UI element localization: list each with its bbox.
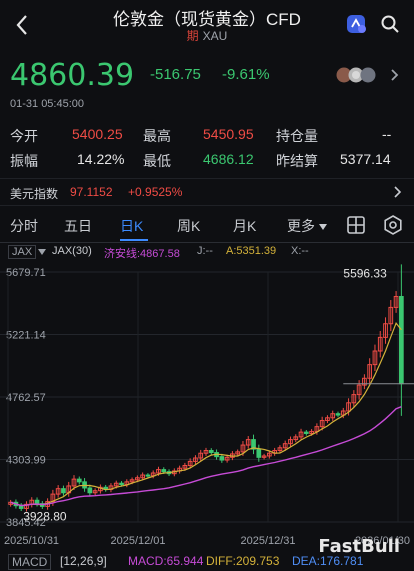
last-price: 4860.39 xyxy=(10,58,135,93)
candle-body xyxy=(145,474,151,477)
y-tick-label: 5679.71 xyxy=(6,267,46,279)
candle-body xyxy=(34,499,40,505)
low-label: 最低 xyxy=(143,153,171,169)
open-value: 5400.25 xyxy=(72,126,123,142)
active-tab-indicator xyxy=(120,239,148,241)
high-label: 5596.33 xyxy=(343,266,387,280)
tab-more[interactable]: 更多 xyxy=(287,216,315,236)
y-tick-label: 5221.14 xyxy=(6,329,46,341)
low-label: 3928.80 xyxy=(23,510,67,524)
layout-grid-icon[interactable] xyxy=(346,215,366,235)
open-interest-value: -- xyxy=(382,126,392,142)
futures-badge: 期 xyxy=(186,29,199,43)
candle-body xyxy=(219,456,225,461)
indicator-j-value: J:-- xyxy=(197,245,213,257)
tab-monthly-k[interactable]: 月K xyxy=(233,216,256,236)
price-change-percent: -9.61% xyxy=(222,66,270,83)
amplitude-value: 14.22% xyxy=(77,151,125,167)
x-tick-label: 2025/12/31 xyxy=(240,535,295,547)
indicator-name: JAX(30) xyxy=(52,245,92,257)
stats-row-2: 振幅 14.22% 最低 4686.12 昨结算 5377.14 xyxy=(10,149,404,174)
period-tabs: 分时 五日 日K 周K 月K 更多 xyxy=(0,208,414,243)
open-interest-label: 持仓量 xyxy=(276,128,318,144)
dollar-index-bar[interactable]: 美元指数 97.1152 +0.9525% xyxy=(0,178,414,206)
fastbull-watermark: FastBull xyxy=(318,536,400,557)
amplitude-label: 振幅 xyxy=(10,153,38,169)
tab-daily-k[interactable]: 日K xyxy=(120,216,143,236)
community-avatars-icon[interactable] xyxy=(336,66,380,84)
prev-settle-value: 5377.14 xyxy=(340,151,391,167)
candle-body xyxy=(256,448,262,458)
x-tick-label: 2025/10/31 xyxy=(4,535,59,547)
candle-body xyxy=(87,487,93,494)
tab-timeshare[interactable]: 分时 xyxy=(10,216,38,236)
macd-params: [12,26,9] xyxy=(60,554,107,568)
quote-time: 01-31 05:45:00 xyxy=(10,98,85,110)
stats-row-1: 今开 5400.25 最高 5450.95 持仓量 -- xyxy=(10,124,404,149)
dollar-index-change: +0.9525% xyxy=(128,185,183,199)
low-value: 4686.12 xyxy=(203,151,254,167)
candle-body xyxy=(303,431,309,434)
candle-body xyxy=(61,488,66,494)
dropdown-triangle-icon xyxy=(38,249,46,255)
candle-body xyxy=(335,413,341,416)
tab-five-day[interactable]: 五日 xyxy=(64,216,92,236)
candle-body xyxy=(76,478,82,483)
x-tick-label: 2025/12/01 xyxy=(110,535,165,547)
ai-assistant-icon[interactable] xyxy=(344,12,368,36)
candle-body xyxy=(208,450,214,454)
y-tick-label: 4303.99 xyxy=(6,455,46,467)
chevron-right-icon[interactable] xyxy=(388,68,400,82)
header-bar: 伦敦金（现货黄金）CFD 期 XAU xyxy=(0,0,414,52)
dollar-index-label: 美元指数 xyxy=(10,187,59,201)
tab-weekly-k[interactable]: 周K xyxy=(177,216,200,236)
chevron-right-icon xyxy=(394,186,402,198)
indicator-x-value: X:-- xyxy=(291,245,309,257)
indicator-legend: JAX JAX(30) 济安线:4867.58 J:-- A:5351.39 X… xyxy=(0,244,414,260)
macd-value: MACD:65.944 xyxy=(128,554,204,568)
quote-stats: 今开 5400.25 最高 5450.95 持仓量 -- 振幅 14.22% 最… xyxy=(10,124,404,174)
indicator-selector[interactable]: JAX xyxy=(8,245,37,259)
open-label: 今开 xyxy=(10,128,38,144)
high-label: 最高 xyxy=(143,128,171,144)
price-change: -516.75 xyxy=(150,66,201,83)
y-tick-label: 4762.57 xyxy=(6,392,46,404)
high-value: 5450.95 xyxy=(203,126,254,142)
prev-settle-label: 昨结算 xyxy=(276,153,318,169)
search-icon[interactable] xyxy=(378,12,402,36)
macd-selector[interactable]: MACD xyxy=(8,554,52,570)
settings-gear-icon[interactable] xyxy=(382,214,404,236)
indicator-a-value: A:5351.39 xyxy=(226,245,277,257)
diff-value: DIFF:209.753 xyxy=(206,554,280,568)
kline-chart[interactable]: 5679.715221.144762.574303.993845.422025/… xyxy=(0,260,414,548)
candle-body xyxy=(399,295,404,385)
dropdown-triangle-icon xyxy=(319,224,327,230)
dollar-index-value: 97.1152 xyxy=(70,185,113,199)
instrument-symbol: XAU xyxy=(202,29,228,43)
indicator-line-value: 济安线:4867.58 xyxy=(104,248,180,260)
candle-body xyxy=(119,482,124,486)
candle-body xyxy=(161,469,167,473)
